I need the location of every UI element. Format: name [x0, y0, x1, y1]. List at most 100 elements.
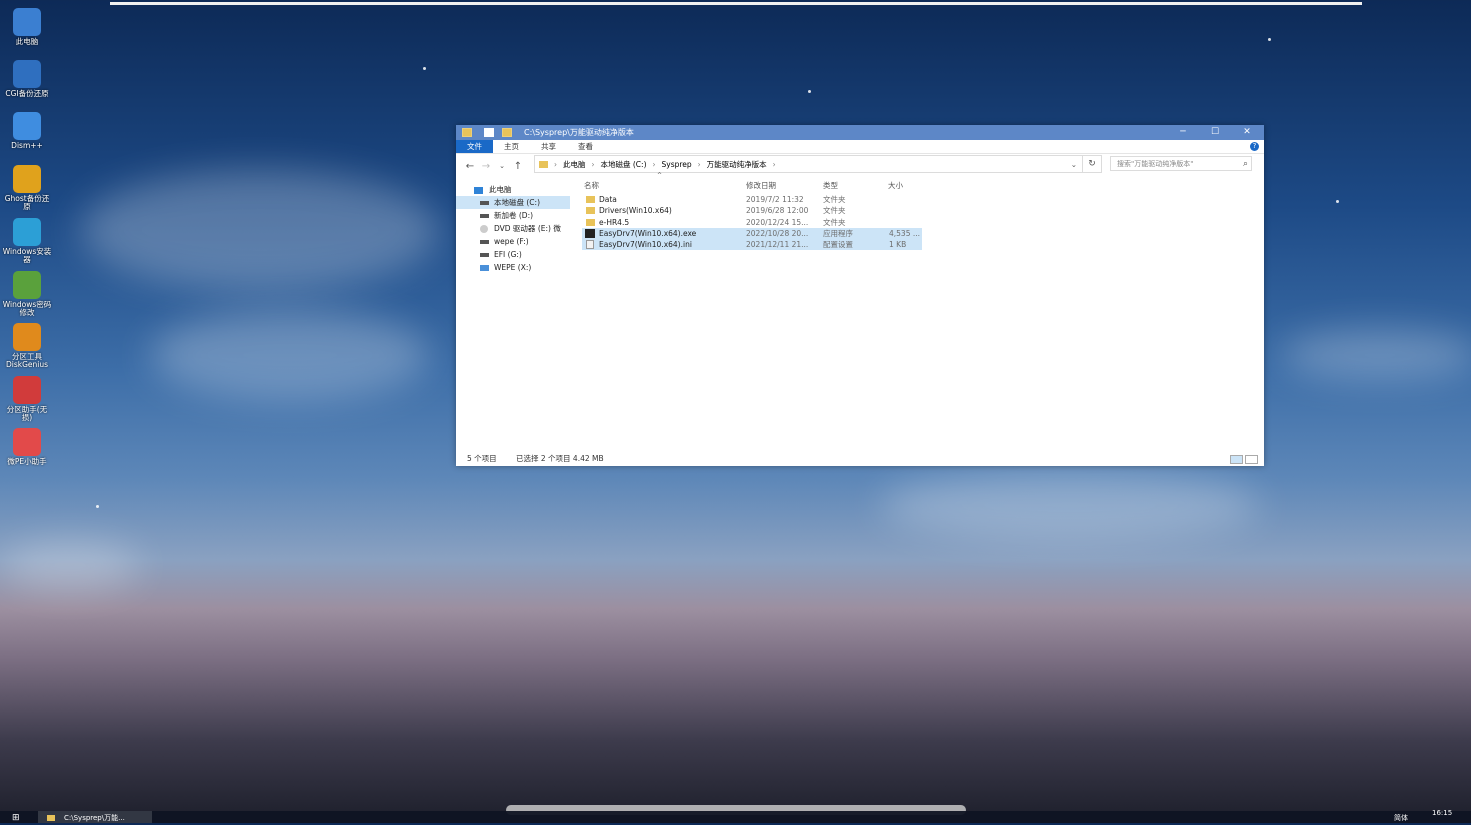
- folder-icon: [462, 128, 472, 137]
- star-decoration: [1268, 38, 1271, 41]
- up-arrow-icon[interactable]: ↑: [510, 161, 526, 172]
- search-placeholder: 搜索"万能驱动纯净版本": [1117, 160, 1194, 168]
- column-header-size[interactable]: 大小: [888, 180, 903, 191]
- help-icon[interactable]: ?: [1250, 142, 1259, 151]
- sort-up-icon: ^: [657, 172, 663, 179]
- folder-icon: [47, 815, 55, 821]
- file-row[interactable]: Data 2019/7/2 11:32 文件夹: [582, 194, 922, 205]
- nav-tree-label: wepe (F:): [494, 237, 529, 246]
- maximize-button[interactable]: ☐: [1200, 125, 1230, 140]
- desktop-icon-label: CGI备份还原: [5, 89, 49, 98]
- desktop-icon-label: 此电脑: [15, 37, 39, 46]
- breadcrumb-item[interactable]: Sysprep: [662, 160, 692, 169]
- star-decoration: [96, 505, 99, 508]
- file-row[interactable]: EasyDrv7(Win10.x64).ini 2021/12/11 21... 配…: [582, 239, 922, 251]
- file-name: Drivers(Win10.x64): [599, 206, 672, 216]
- taskbar-app-explorer[interactable]: C:\Sysprep\万能...: [38, 811, 152, 823]
- title-bar[interactable]: C:\Sysprep\万能驱动纯净版本 ─ ☐ ✕: [456, 125, 1264, 140]
- tab-file[interactable]: 文件: [456, 140, 493, 153]
- desktop-icon-label: 分区助手(无损): [6, 405, 48, 422]
- lifebuoy-icon: [13, 428, 41, 456]
- ime-indicator[interactable]: 简体: [1394, 813, 1408, 823]
- drive-icon: [480, 214, 489, 218]
- drive-icon: [480, 253, 489, 257]
- desktop-icon[interactable]: Windows安装器: [2, 218, 52, 264]
- close-button[interactable]: ✕: [1232, 125, 1262, 140]
- file-size: 4,535 ...: [889, 228, 921, 238]
- nav-tree-item[interactable]: DVD 驱动器 (E:) 微: [456, 222, 570, 235]
- cloud-decoration: [880, 470, 1260, 540]
- cloud-decoration: [150, 310, 430, 400]
- file-date: 2019/7/2 11:32: [746, 195, 804, 204]
- forward-arrow-icon[interactable]: →: [478, 161, 494, 172]
- desktop-icon[interactable]: 分区工具DiskGenius: [2, 323, 52, 369]
- nav-tree-item[interactable]: wepe (F:): [456, 235, 570, 248]
- cloud-decoration: [80, 170, 440, 290]
- back-arrow-icon[interactable]: ←: [462, 161, 478, 172]
- address-dropdown-icon[interactable]: ⌄: [1071, 160, 1077, 169]
- nav-tree-item[interactable]: EFI (G:): [456, 248, 570, 261]
- column-header-name[interactable]: 名称: [584, 180, 599, 191]
- clock[interactable]: 16:15: [1432, 809, 1452, 817]
- file-date: 2021/12/11 21...: [746, 240, 809, 250]
- start-button[interactable]: ⊞: [12, 814, 22, 823]
- search-input[interactable]: 搜索"万能驱动纯净版本" ⌕: [1110, 156, 1252, 171]
- star-decoration: [808, 90, 811, 93]
- minimize-button[interactable]: ─: [1168, 125, 1198, 140]
- file-size: 1 KB: [889, 240, 907, 250]
- search-icon[interactable]: ⌕: [1243, 157, 1248, 172]
- tab-share[interactable]: 共享: [530, 140, 567, 153]
- file-name: Data: [599, 195, 617, 204]
- top-progress-bar: [110, 2, 1362, 5]
- breadcrumb-item[interactable]: 万能驱动纯净版本: [707, 159, 767, 170]
- address-bar[interactable]: › 此电脑 › 本地磁盘 (C:) › Sysprep › 万能驱动纯净版本 › ⌄: [534, 155, 1102, 173]
- checkbox-icon[interactable]: [484, 128, 494, 137]
- partition-assistant-icon: [13, 376, 41, 404]
- desktop-icon-label: Windows安装器: [2, 247, 52, 264]
- desktop-icon[interactable]: 此电脑: [2, 8, 52, 46]
- file-row[interactable]: Drivers(Win10.x64) 2019/6/28 12:00 文件夹: [582, 205, 922, 216]
- large-icons-view-icon[interactable]: [1245, 455, 1258, 464]
- nav-tree-item[interactable]: 本地磁盘 (C:): [456, 196, 570, 209]
- desktop-icon[interactable]: 微PE小助手: [2, 428, 52, 466]
- breadcrumb-item[interactable]: 此电脑: [563, 159, 586, 170]
- desktop-icon[interactable]: 分区助手(无损): [2, 376, 52, 422]
- desktop-icon-label: 微PE小助手: [7, 457, 47, 466]
- new-folder-icon[interactable]: [502, 128, 512, 137]
- desktop-icon[interactable]: Ghost备份还原: [2, 165, 52, 211]
- tab-view[interactable]: 查看: [567, 140, 604, 153]
- tab-home[interactable]: 主页: [493, 140, 530, 153]
- computer-icon: [474, 186, 483, 194]
- nav-tree-item[interactable]: 此电脑: [456, 183, 570, 196]
- folder-icon: [539, 160, 548, 168]
- desktop-icon-label: Dism++: [11, 141, 43, 150]
- file-row[interactable]: e-HR4.5 2020/12/24 15... 文件夹: [582, 217, 922, 228]
- drive-icon: [480, 240, 489, 244]
- star-decoration: [423, 67, 426, 70]
- settings-file-icon: [586, 240, 594, 250]
- file-type: 文件夹: [823, 195, 846, 204]
- cloud-decoration: [1280, 330, 1471, 380]
- desktop-icon[interactable]: Windows密码修改: [2, 271, 52, 317]
- file-row[interactable]: EasyDrv7(Win10.x64).exe 2022/10/28 20... 应…: [582, 227, 922, 239]
- star-decoration: [1336, 200, 1339, 203]
- drive-icon: [480, 265, 489, 271]
- column-header-date[interactable]: 修改日期: [746, 180, 776, 191]
- taskbar: ⊞ C:\Sysprep\万能... 简体 16:15: [0, 809, 1471, 823]
- ghost-icon: [13, 165, 41, 193]
- nav-tree-label: 本地磁盘 (C:): [494, 198, 540, 207]
- details-view-icon[interactable]: [1230, 455, 1243, 464]
- desktop-icon-label: Windows密码修改: [2, 300, 52, 317]
- dvd-drive-icon: [480, 225, 488, 233]
- refresh-icon[interactable]: ↻: [1082, 156, 1101, 172]
- file-name: EasyDrv7(Win10.x64).ini: [599, 240, 692, 250]
- desktop-icon[interactable]: Dism++: [2, 112, 52, 150]
- file-type: 文件夹: [823, 217, 846, 227]
- breadcrumb-item[interactable]: 本地磁盘 (C:): [601, 159, 647, 170]
- nav-tree-item[interactable]: WEPE (X:): [456, 261, 570, 274]
- desktop-icon[interactable]: CGI备份还原: [2, 60, 52, 98]
- column-header-type[interactable]: 类型: [823, 180, 838, 191]
- nav-tree-item[interactable]: 新加卷 (D:): [456, 209, 570, 222]
- selection-info: 已选择 2 个项目 4.42 MB: [516, 454, 604, 463]
- recent-dropdown-icon[interactable]: ⌄: [494, 162, 510, 170]
